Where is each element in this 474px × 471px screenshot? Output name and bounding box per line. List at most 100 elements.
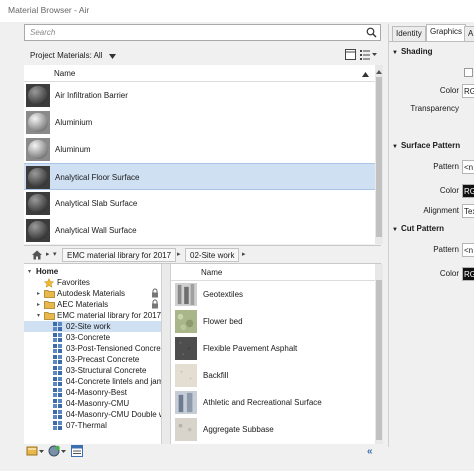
- chevron-down-icon[interactable]: ▾: [53, 250, 57, 258]
- material-row[interactable]: Aluminium: [24, 109, 376, 136]
- tree-item[interactable]: 07-Thermal: [24, 420, 161, 431]
- scrollbar-thumb[interactable]: [376, 280, 382, 440]
- collapse-icon[interactable]: ▼: [392, 50, 398, 56]
- tree-item[interactable]: ▸ Autodesk Materials: [24, 288, 161, 299]
- left-pane: Search Project Materials: All Name Air I…: [24, 24, 383, 457]
- breadcrumb-category[interactable]: 02-Site work: [185, 248, 240, 262]
- material-thumbnail: [26, 166, 50, 189]
- material-name: Flower bed: [203, 317, 243, 326]
- tree-item[interactable]: 03-Precast Concrete: [24, 354, 161, 365]
- breadcrumb-library[interactable]: EMC material library for 2017: [62, 248, 177, 262]
- material-name: Aluminum: [55, 145, 91, 154]
- material-name: Aluminium: [55, 118, 93, 127]
- tree-item[interactable]: ▸ AEC Materials: [24, 299, 161, 310]
- view-options-icon[interactable]: [360, 49, 378, 62]
- name-column-header[interactable]: Name: [54, 69, 75, 78]
- library-list-scrollbar[interactable]: [375, 264, 383, 444]
- section-title: Cut Pattern: [400, 224, 445, 233]
- tree-item-label: 03-Post-Tensioned Concrete: [66, 344, 161, 353]
- library-nav-bar: ▸ ▾ EMC material library for 2017 ▸ 02-S…: [24, 245, 381, 264]
- tree-item[interactable]: 02-Site work: [24, 321, 161, 332]
- project-materials-filter[interactable]: Project Materials: All: [30, 51, 102, 60]
- graphics-panel: ▼ShadingColorRGTransparency▼Surface Patt…: [389, 41, 474, 447]
- library-menu-icon[interactable]: [26, 445, 46, 459]
- property-label: Color: [439, 186, 459, 195]
- material-row[interactable]: Analytical Slab Surface: [24, 190, 376, 217]
- expand-icon[interactable]: ▸: [37, 290, 40, 297]
- tree-item-label: 04-Masonry-CMU Double w...: [66, 410, 161, 419]
- tree-item[interactable]: 03-Structural Concrete: [24, 365, 161, 376]
- property-value-field[interactable]: RG: [462, 267, 474, 281]
- expand-icon[interactable]: ▸: [37, 301, 40, 308]
- material-thumbnail: [26, 84, 50, 107]
- library-material-row[interactable]: Flower bed: [171, 308, 375, 335]
- property-value-field[interactable]: <n: [462, 243, 474, 257]
- library-material-row[interactable]: Flexible Pavement Asphalt: [171, 335, 375, 362]
- toggle-panel-icon[interactable]: [345, 49, 356, 62]
- property-value-field[interactable]: Tex: [462, 204, 474, 218]
- material-name: Flexible Pavement Asphalt: [203, 344, 298, 353]
- search-icon[interactable]: [366, 27, 377, 40]
- chevron-down-icon[interactable]: [109, 52, 116, 61]
- section-cut-pattern[interactable]: ▼ Cut Pattern: [392, 224, 444, 233]
- material-row[interactable]: Air Infiltration Barrier: [24, 82, 376, 109]
- window-title: Material Browser - Air: [8, 5, 90, 15]
- tree-item[interactable]: 03-Concrete: [24, 332, 161, 343]
- library-list-header[interactable]: Name: [171, 264, 375, 281]
- material-list-scrollbar[interactable]: [375, 65, 383, 244]
- material-thumbnail: [26, 111, 50, 134]
- property-label: Color: [439, 86, 459, 95]
- tree-item[interactable]: ▾ EMC material library for 2017: [24, 310, 161, 321]
- material-editor-icon[interactable]: [71, 445, 83, 459]
- properties-pane: IdentityGraphicsA... ▼ShadingColorRGTran…: [388, 24, 474, 447]
- material-row[interactable]: Aluminum: [24, 136, 376, 163]
- tab-graphics[interactable]: Graphics: [426, 24, 467, 41]
- library-tree: ▾ Home Favorites ▸ Autodesk Materials ▸ AEC Ma…: [24, 264, 161, 444]
- tree-item-label: Favorites: [57, 278, 90, 287]
- property-value-field[interactable]: RG: [462, 84, 474, 98]
- pane-splitter[interactable]: [161, 264, 171, 444]
- material-list-header[interactable]: Name: [24, 65, 376, 82]
- search-placeholder: Search: [30, 28, 56, 37]
- property-label: Alignment: [423, 206, 459, 215]
- tree-item[interactable]: 04-Masonry-Best: [24, 387, 161, 398]
- collapse-icon[interactable]: ▾: [37, 312, 40, 319]
- chevron-right-icon: ▸: [242, 251, 246, 258]
- material-row[interactable]: Analytical Wall Surface: [24, 217, 376, 244]
- create-material-icon[interactable]: [48, 445, 68, 459]
- section-surface-pattern[interactable]: ▼ Surface Pattern: [392, 141, 460, 150]
- shading-checkbox[interactable]: [464, 68, 473, 77]
- tree-item[interactable]: ▾ Home: [24, 266, 161, 277]
- library-material-row[interactable]: Geotextiles: [171, 281, 375, 308]
- tree-item-label: 04-Concrete lintels and jam...: [66, 377, 161, 386]
- library-material-row[interactable]: Aggregate Subbase: [171, 416, 375, 443]
- collapse-icon[interactable]: ▼: [392, 227, 398, 233]
- tree-item[interactable]: 04-Concrete lintels and jam...: [24, 376, 161, 387]
- name-column-header[interactable]: Name: [201, 268, 222, 277]
- material-thumbnail: [175, 337, 197, 360]
- search-input[interactable]: Search: [24, 24, 381, 41]
- material-row[interactable]: Analytical Floor Surface: [24, 163, 376, 190]
- library-material-row[interactable]: Athletic and Recreational Surface: [171, 389, 375, 416]
- tree-item[interactable]: 04-Masonry-CMU Double w...: [24, 409, 161, 420]
- material-name: Analytical Floor Surface: [55, 173, 140, 182]
- collapse-icon[interactable]: ▾: [28, 268, 31, 275]
- tab-a[interactable]: A...: [464, 26, 474, 41]
- library-material-row[interactable]: Backfill: [171, 362, 375, 389]
- properties-tabs: IdentityGraphicsA...: [389, 24, 474, 41]
- tree-item[interactable]: 03-Post-Tensioned Concrete: [24, 343, 161, 354]
- collapse-panel-icon[interactable]: «: [367, 446, 373, 457]
- collapse-icon[interactable]: ▼: [392, 144, 398, 150]
- tree-item[interactable]: Favorites: [24, 277, 161, 288]
- tree-item-label: 04-Masonry-CMU: [66, 399, 130, 408]
- scrollbar-thumb[interactable]: [376, 77, 382, 237]
- property-value-field[interactable]: RG: [462, 184, 474, 198]
- sort-ascending-icon[interactable]: [362, 70, 369, 79]
- tab-identity[interactable]: Identity: [392, 26, 426, 41]
- tree-item-label: 07-Thermal: [66, 421, 107, 430]
- tree-item[interactable]: 04-Masonry-CMU: [24, 398, 161, 409]
- property-value-field[interactable]: <n: [462, 160, 474, 174]
- home-icon[interactable]: [31, 249, 43, 263]
- section-shading[interactable]: ▼ Shading: [392, 47, 433, 56]
- scroll-up-icon[interactable]: [376, 67, 382, 76]
